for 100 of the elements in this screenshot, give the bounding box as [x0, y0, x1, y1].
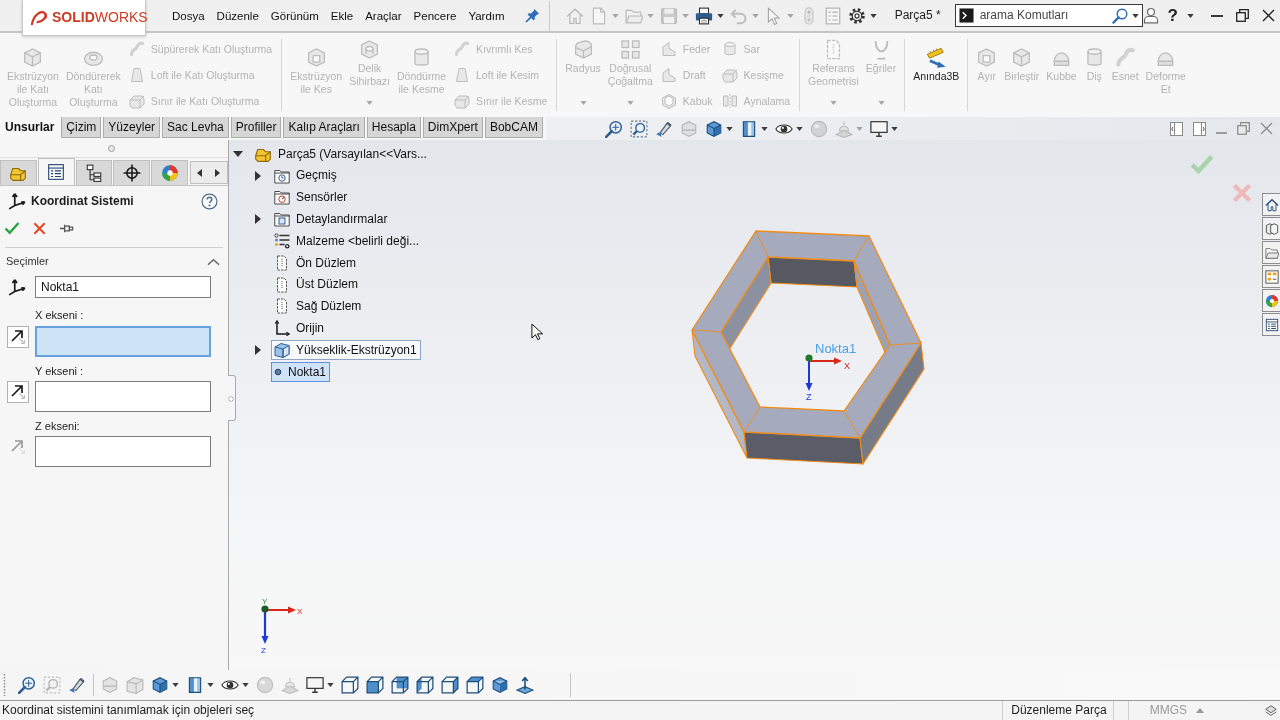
cancel-button[interactable]: [32, 220, 47, 236]
caret-icon[interactable]: [725, 126, 733, 131]
normal-arrow-icon[interactable]: [516, 676, 534, 694]
menu-item[interactable]: Yardım: [462, 6, 511, 25]
command-tab[interactable]: Çizim: [61, 117, 102, 138]
caret-icon[interactable]: [327, 683, 334, 687]
caret-icon[interactable]: [1187, 13, 1194, 18]
menu-item[interactable]: Düzenle: [210, 6, 265, 25]
cube-back-face-icon[interactable]: [391, 676, 409, 694]
selection-field[interactable]: Nokta1: [35, 276, 211, 298]
collapse-handle[interactable]: [228, 375, 236, 421]
minimize-icon[interactable]: [1211, 14, 1223, 17]
tree-item[interactable]: Yükseklik-Ekstrüzyon1: [271, 340, 421, 361]
tree-item[interactable]: Sağ Düzlem: [271, 296, 366, 317]
task-pane-tab[interactable]: [1262, 313, 1280, 336]
ok-button[interactable]: [4, 220, 20, 236]
task-pane-tab[interactable]: [1262, 217, 1280, 240]
zoom-icon[interactable]: [18, 676, 36, 694]
monitor-icon[interactable]: [306, 676, 324, 694]
command-tab[interactable]: DimXpert: [422, 117, 483, 138]
tree-item[interactable]: Detaylandırmalar: [271, 209, 392, 230]
task-pane-tab[interactable]: [1262, 241, 1280, 264]
caret-icon[interactable]: [716, 13, 724, 18]
selection-field[interactable]: [35, 436, 211, 467]
selection-field[interactable]: [35, 381, 211, 412]
edit-mode-label: Düzenleme Parça: [1002, 701, 1114, 720]
tree-item[interactable]: Orijin: [271, 318, 328, 339]
caret-icon[interactable]: [869, 13, 877, 18]
task-pane-tab[interactable]: [1262, 265, 1280, 288]
help-icon[interactable]: [201, 192, 218, 210]
ribbon-button[interactable]: Anında3B: [911, 33, 962, 117]
caret-icon[interactable]: [172, 683, 179, 687]
command-tab[interactable]: BobCAM: [484, 117, 543, 138]
caret-icon[interactable]: [760, 126, 768, 131]
close-icon[interactable]: [1262, 9, 1275, 22]
zoom-area-icon[interactable]: [629, 119, 648, 138]
task-pane-tab[interactable]: [1262, 289, 1280, 312]
rebuild-icon[interactable]: [1264, 703, 1278, 718]
curve-icon: [454, 41, 471, 57]
caret-icon[interactable]: [890, 126, 898, 131]
panel-tab[interactable]: [37, 158, 75, 185]
caret-icon[interactable]: [242, 683, 249, 687]
tree-item[interactable]: Malzeme <belirli deği...: [271, 231, 424, 252]
gear-icon[interactable]: [847, 6, 866, 25]
caret-icon[interactable]: [795, 126, 803, 131]
command-tab[interactable]: Sac Levha: [162, 117, 229, 138]
splitter-handle[interactable]: [107, 145, 115, 152]
cube-top-face-icon[interactable]: [466, 676, 484, 694]
menu-item[interactable]: Pencere: [407, 6, 463, 25]
logo-text: SOLIDWORKS: [52, 9, 148, 26]
flashlight-icon[interactable]: [68, 676, 86, 694]
monitor-icon[interactable]: [869, 119, 888, 138]
search-field[interactable]: arama Komutları: [954, 4, 1143, 27]
cube-side-face-icon[interactable]: [441, 676, 459, 694]
selection-field[interactable]: [35, 326, 211, 357]
tree-item[interactable]: Üst Düzlem: [271, 274, 362, 295]
command-tab[interactable]: Yüzeyler: [103, 117, 161, 138]
user-icon[interactable]: [1142, 7, 1159, 24]
caret-right-icon[interactable]: [255, 345, 261, 356]
plane-icon: [274, 276, 290, 293]
restore-icon[interactable]: [1236, 9, 1249, 22]
search-icon[interactable]: [1111, 7, 1128, 24]
caret-icon[interactable]: [1131, 13, 1139, 18]
menu-item[interactable]: Araçlar: [359, 6, 408, 25]
cube-front-face-icon[interactable]: [366, 676, 384, 694]
check-icon[interactable]: [1189, 152, 1215, 176]
panel-left-icon[interactable]: [1170, 121, 1183, 136]
command-tab[interactable]: Profiller: [230, 117, 282, 138]
cube-icon[interactable]: [151, 676, 169, 694]
menu-item[interactable]: Görünüm: [264, 6, 325, 25]
command-tab[interactable]: Kalıp Araçları: [283, 117, 365, 138]
tree-item[interactable]: Parça5 (Varsayılan<<Vars...: [251, 143, 431, 164]
help-button[interactable]: ?: [1167, 5, 1178, 26]
task-pane-tab[interactable]: [1262, 193, 1280, 216]
direction-button[interactable]: [7, 381, 29, 403]
cube-icon[interactable]: [704, 119, 723, 138]
tree-item[interactable]: Nokta1: [271, 361, 331, 382]
pin-icon[interactable]: [524, 8, 540, 23]
cube-icon[interactable]: [491, 676, 509, 694]
command-tab[interactable]: Hesapla: [366, 117, 421, 138]
panel-tab[interactable]: [113, 160, 151, 185]
panel-right-icon[interactable]: [1193, 121, 1206, 136]
menu-item[interactable]: Dosya: [166, 6, 211, 25]
caret-down-icon[interactable]: [233, 150, 243, 157]
printer-icon[interactable]: [694, 6, 713, 25]
tree-item[interactable]: Sensörler: [271, 187, 352, 208]
flashlight-icon[interactable]: [654, 119, 673, 138]
menu-item[interactable]: Ekle: [324, 6, 360, 25]
cube-side-face-icon[interactable]: [416, 676, 434, 694]
section-header[interactable]: Seçimler: [0, 248, 228, 276]
shaded-box-icon[interactable]: [186, 676, 204, 694]
caret-right-icon[interactable]: [255, 214, 261, 225]
tree-item[interactable]: Geçmiş: [271, 165, 341, 186]
zoom-icon[interactable]: [604, 119, 623, 138]
caret-right-icon[interactable]: [255, 170, 261, 181]
wireframe-cube-icon[interactable]: [341, 676, 359, 694]
tree-item[interactable]: Ön Düzlem: [271, 252, 361, 273]
direction-button[interactable]: [7, 326, 29, 348]
panel-tab[interactable]: [75, 160, 113, 185]
caret-icon[interactable]: [207, 683, 214, 687]
